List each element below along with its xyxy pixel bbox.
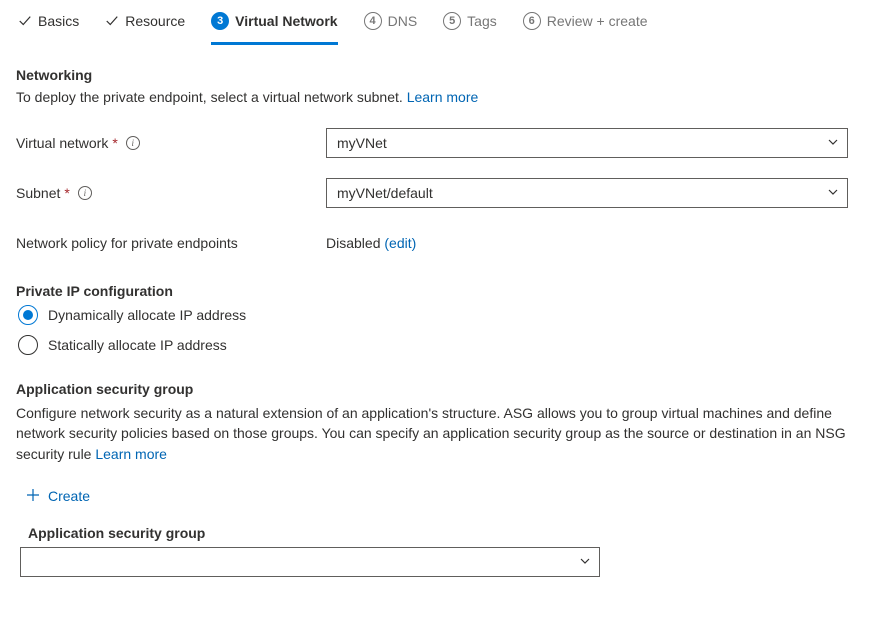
asg-heading: Application security group: [16, 381, 874, 397]
chevron-down-icon: [827, 135, 839, 151]
create-asg-button[interactable]: Create: [22, 482, 94, 511]
wizard-tabs: Basics Resource 3 Virtual Network 4 DNS …: [16, 8, 874, 45]
networking-description: To deploy the private endpoint, select a…: [16, 89, 874, 105]
select-value: myVNet/default: [337, 185, 433, 201]
row-virtual-network: Virtual network * i myVNet: [16, 127, 874, 159]
ip-allocation-group: Dynamically allocate IP address Statical…: [18, 305, 874, 355]
check-icon: [105, 14, 119, 28]
tab-label: Review + create: [547, 13, 648, 29]
networking-heading: Networking: [16, 67, 874, 83]
radio-static-ip[interactable]: Statically allocate IP address: [18, 335, 874, 355]
step-badge: 3: [211, 12, 229, 30]
check-icon: [18, 14, 32, 28]
info-icon[interactable]: i: [126, 136, 140, 150]
row-subnet: Subnet * i myVNet/default: [16, 177, 874, 209]
learn-more-link[interactable]: Learn more: [95, 446, 167, 462]
radio-unselected-icon: [18, 335, 38, 355]
step-badge: 6: [523, 12, 541, 30]
step-badge: 5: [443, 12, 461, 30]
plus-icon: [26, 488, 40, 505]
tab-review-create[interactable]: 6 Review + create: [523, 8, 648, 45]
asg-subheading: Application security group: [28, 525, 874, 541]
policy-label: Network policy for private endpoints: [16, 235, 326, 251]
vnet-select[interactable]: myVNet: [326, 128, 848, 158]
tab-resource[interactable]: Resource: [105, 8, 185, 45]
subnet-label: Subnet * i: [16, 185, 326, 201]
info-icon[interactable]: i: [78, 186, 92, 200]
learn-more-link[interactable]: Learn more: [407, 89, 479, 105]
radio-label: Dynamically allocate IP address: [48, 307, 246, 323]
select-value: myVNet: [337, 135, 387, 151]
required-asterisk: *: [64, 185, 69, 201]
tab-label: Tags: [467, 13, 497, 29]
tab-tags[interactable]: 5 Tags: [443, 8, 497, 45]
radio-dynamic-ip[interactable]: Dynamically allocate IP address: [18, 305, 874, 325]
asg-select[interactable]: [20, 547, 600, 577]
chevron-down-icon: [579, 554, 591, 570]
radio-label: Statically allocate IP address: [48, 337, 227, 353]
tab-label: Resource: [125, 13, 185, 29]
step-badge: 4: [364, 12, 382, 30]
create-label: Create: [48, 488, 90, 504]
policy-value: Disabled (edit): [326, 235, 416, 251]
tab-dns[interactable]: 4 DNS: [364, 8, 418, 45]
ipconfig-heading: Private IP configuration: [16, 283, 874, 299]
tab-label: DNS: [388, 13, 418, 29]
edit-link[interactable]: (edit): [384, 235, 416, 251]
tab-label: Basics: [38, 13, 79, 29]
tab-label: Virtual Network: [235, 13, 337, 29]
required-asterisk: *: [112, 135, 117, 151]
vnet-label: Virtual network * i: [16, 135, 326, 151]
radio-selected-icon: [18, 305, 38, 325]
tab-basics[interactable]: Basics: [18, 8, 79, 45]
subnet-select[interactable]: myVNet/default: [326, 178, 848, 208]
chevron-down-icon: [827, 185, 839, 201]
tab-virtual-network[interactable]: 3 Virtual Network: [211, 8, 337, 45]
row-network-policy: Network policy for private endpoints Dis…: [16, 227, 874, 259]
asg-description: Configure network security as a natural …: [16, 403, 856, 464]
